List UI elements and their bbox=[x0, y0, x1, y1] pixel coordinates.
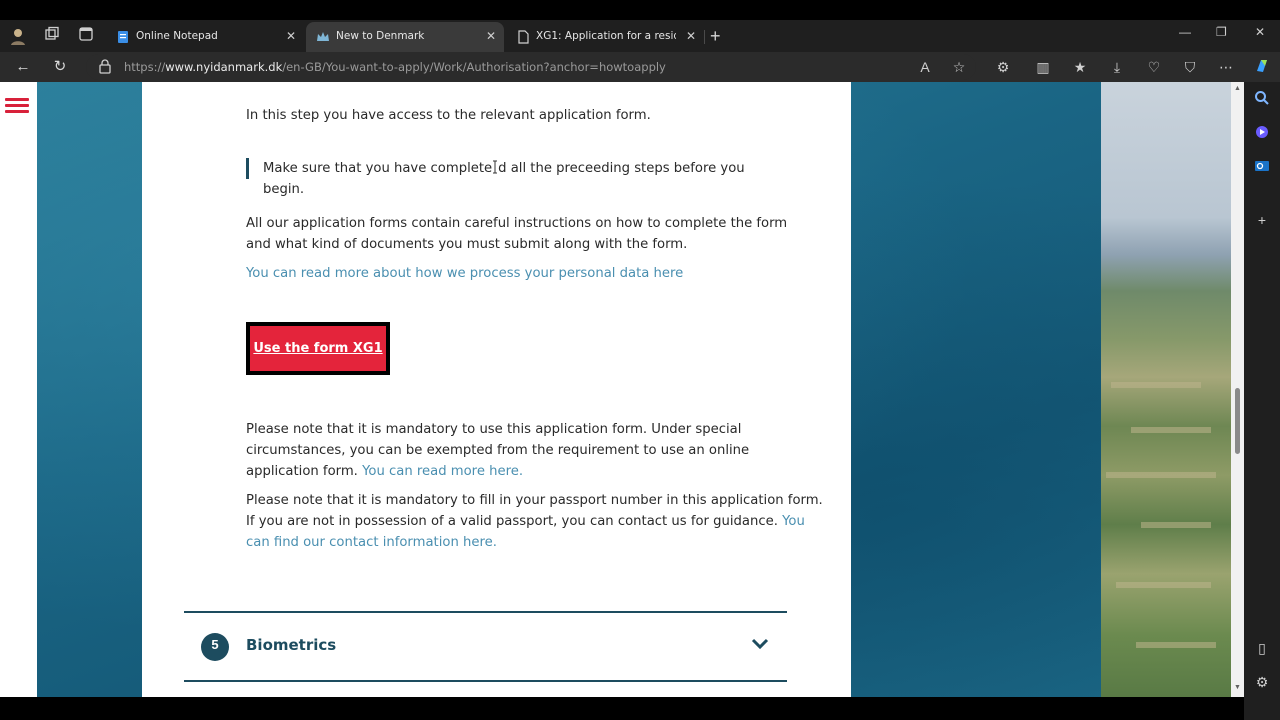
address-bar[interactable]: https://www.nyidanmark.dk/en-GB/You-want… bbox=[86, 54, 976, 80]
mandatory-line-1: Please note that it is mandatory to use … bbox=[246, 422, 742, 437]
add-sidebar-app-icon[interactable]: + bbox=[1252, 210, 1272, 230]
instructions-line-1: All our application forms contain carefu… bbox=[246, 216, 788, 231]
scroll-up-icon[interactable]: ▲ bbox=[1233, 85, 1242, 92]
shield-icon[interactable]: ⛉ bbox=[1180, 57, 1200, 77]
document-icon bbox=[516, 30, 530, 44]
close-tab-icon[interactable]: ✕ bbox=[686, 29, 696, 43]
scroll-down-icon[interactable]: ▼ bbox=[1233, 684, 1242, 691]
copilot-icon[interactable] bbox=[1252, 57, 1272, 77]
use-form-button[interactable]: Use the form XG1 bbox=[246, 322, 390, 375]
tab-separator bbox=[704, 30, 705, 44]
more-options-icon[interactable]: ⋯ bbox=[1216, 57, 1236, 77]
close-tab-icon[interactable]: ✕ bbox=[286, 29, 296, 43]
back-icon[interactable]: ← bbox=[12, 56, 34, 78]
mandatory-line-2: circumstances, you can be exempted from … bbox=[246, 443, 750, 458]
reminder-note: Make sure that you have complete d all th… bbox=[246, 158, 766, 197]
notepad-icon bbox=[116, 30, 130, 44]
settings-gear-icon[interactable]: ⚙ bbox=[1252, 672, 1272, 692]
new-tab-icon[interactable]: + bbox=[710, 26, 721, 47]
tab-title: New to Denmark bbox=[336, 30, 425, 42]
lock-icon bbox=[98, 58, 112, 74]
intro-text: In this step you have access to the rele… bbox=[246, 108, 651, 123]
instructions-line-2: and what kind of documents you must subm… bbox=[246, 237, 688, 252]
page-viewport: In this step you have access to the rele… bbox=[0, 82, 1244, 697]
minimize-icon[interactable]: — bbox=[1179, 25, 1191, 39]
use-form-button-label: Use the form XG1 bbox=[250, 326, 386, 371]
close-window-icon[interactable]: ✕ bbox=[1255, 25, 1265, 39]
exemption-link[interactable]: You can read more here. bbox=[362, 464, 523, 479]
screen-top-border bbox=[0, 0, 1280, 20]
extensions-icon[interactable]: ⚙ bbox=[993, 57, 1013, 77]
favorites-icon[interactable]: ★ bbox=[1070, 57, 1090, 77]
tab-title: XG1: Application for a residence bbox=[536, 30, 676, 42]
tab-title: Online Notepad bbox=[136, 30, 218, 42]
refresh-icon[interactable]: ↻ bbox=[49, 56, 71, 78]
favorite-star-icon[interactable]: ☆ bbox=[949, 57, 969, 77]
scrollbar-thumb[interactable] bbox=[1235, 388, 1240, 454]
browser-essentials-icon[interactable]: ♡ bbox=[1144, 57, 1164, 77]
contact-link-part-2[interactable]: can find our contact information here. bbox=[246, 532, 497, 553]
main-content-panel: In this step you have access to the rele… bbox=[142, 82, 851, 697]
close-tab-icon[interactable]: ✕ bbox=[486, 29, 496, 43]
copilot-sidebar-icon[interactable] bbox=[1252, 124, 1272, 144]
menu-icon[interactable] bbox=[5, 98, 29, 116]
tab-actions-icon[interactable] bbox=[76, 26, 96, 46]
personal-data-link[interactable]: You can read more about how we process y… bbox=[246, 263, 683, 284]
tab-online-notepad[interactable]: Online Notepad ✕ bbox=[106, 22, 304, 52]
tab-xg1-application[interactable]: XG1: Application for a residence ✕ bbox=[506, 22, 704, 52]
accordion-top-divider bbox=[184, 611, 787, 613]
accordion-bottom-divider bbox=[184, 680, 787, 682]
screen-bottom-border bbox=[0, 697, 1244, 720]
passport-line-1: Please note that it is mandatory to fill… bbox=[246, 493, 823, 508]
chevron-down-icon[interactable] bbox=[750, 634, 770, 654]
crown-icon bbox=[316, 30, 330, 44]
page-scrollbar[interactable]: ▲ ▼ bbox=[1231, 82, 1244, 697]
downloads-icon[interactable]: ⤓ bbox=[1107, 57, 1127, 77]
passport-line-2: If you are not in possession of a valid … bbox=[246, 514, 805, 529]
url-text[interactable]: https://www.nyidanmark.dk/en-GB/You-want… bbox=[124, 60, 666, 74]
background-aerial-landscape bbox=[1101, 82, 1231, 697]
read-aloud-icon[interactable]: A bbox=[915, 57, 935, 77]
tab-bar: Online Notepad ✕ New to Denmark ✕ XG1: A… bbox=[0, 20, 1280, 52]
site-nav-strip bbox=[0, 82, 37, 697]
step-number-badge: 5 bbox=[201, 633, 229, 661]
search-icon[interactable] bbox=[1252, 90, 1272, 110]
contact-link-part-1[interactable]: You bbox=[782, 514, 805, 529]
split-screen-icon[interactable]: ▥ bbox=[1033, 57, 1053, 77]
outlook-icon[interactable] bbox=[1252, 158, 1272, 178]
mandatory-line-3: application form. You can read more here… bbox=[246, 464, 524, 479]
tab-new-to-denmark[interactable]: New to Denmark ✕ bbox=[306, 22, 504, 52]
sidebar-layout-icon[interactable]: ▯ bbox=[1252, 638, 1272, 658]
biometrics-accordion-title[interactable]: Biometrics bbox=[246, 636, 336, 654]
profile-avatar-icon[interactable] bbox=[8, 26, 28, 46]
restore-icon[interactable]: ❐ bbox=[1216, 25, 1227, 39]
edge-sidebar: + ▯ ⚙ bbox=[1244, 82, 1280, 720]
workspaces-icon[interactable] bbox=[42, 26, 62, 46]
